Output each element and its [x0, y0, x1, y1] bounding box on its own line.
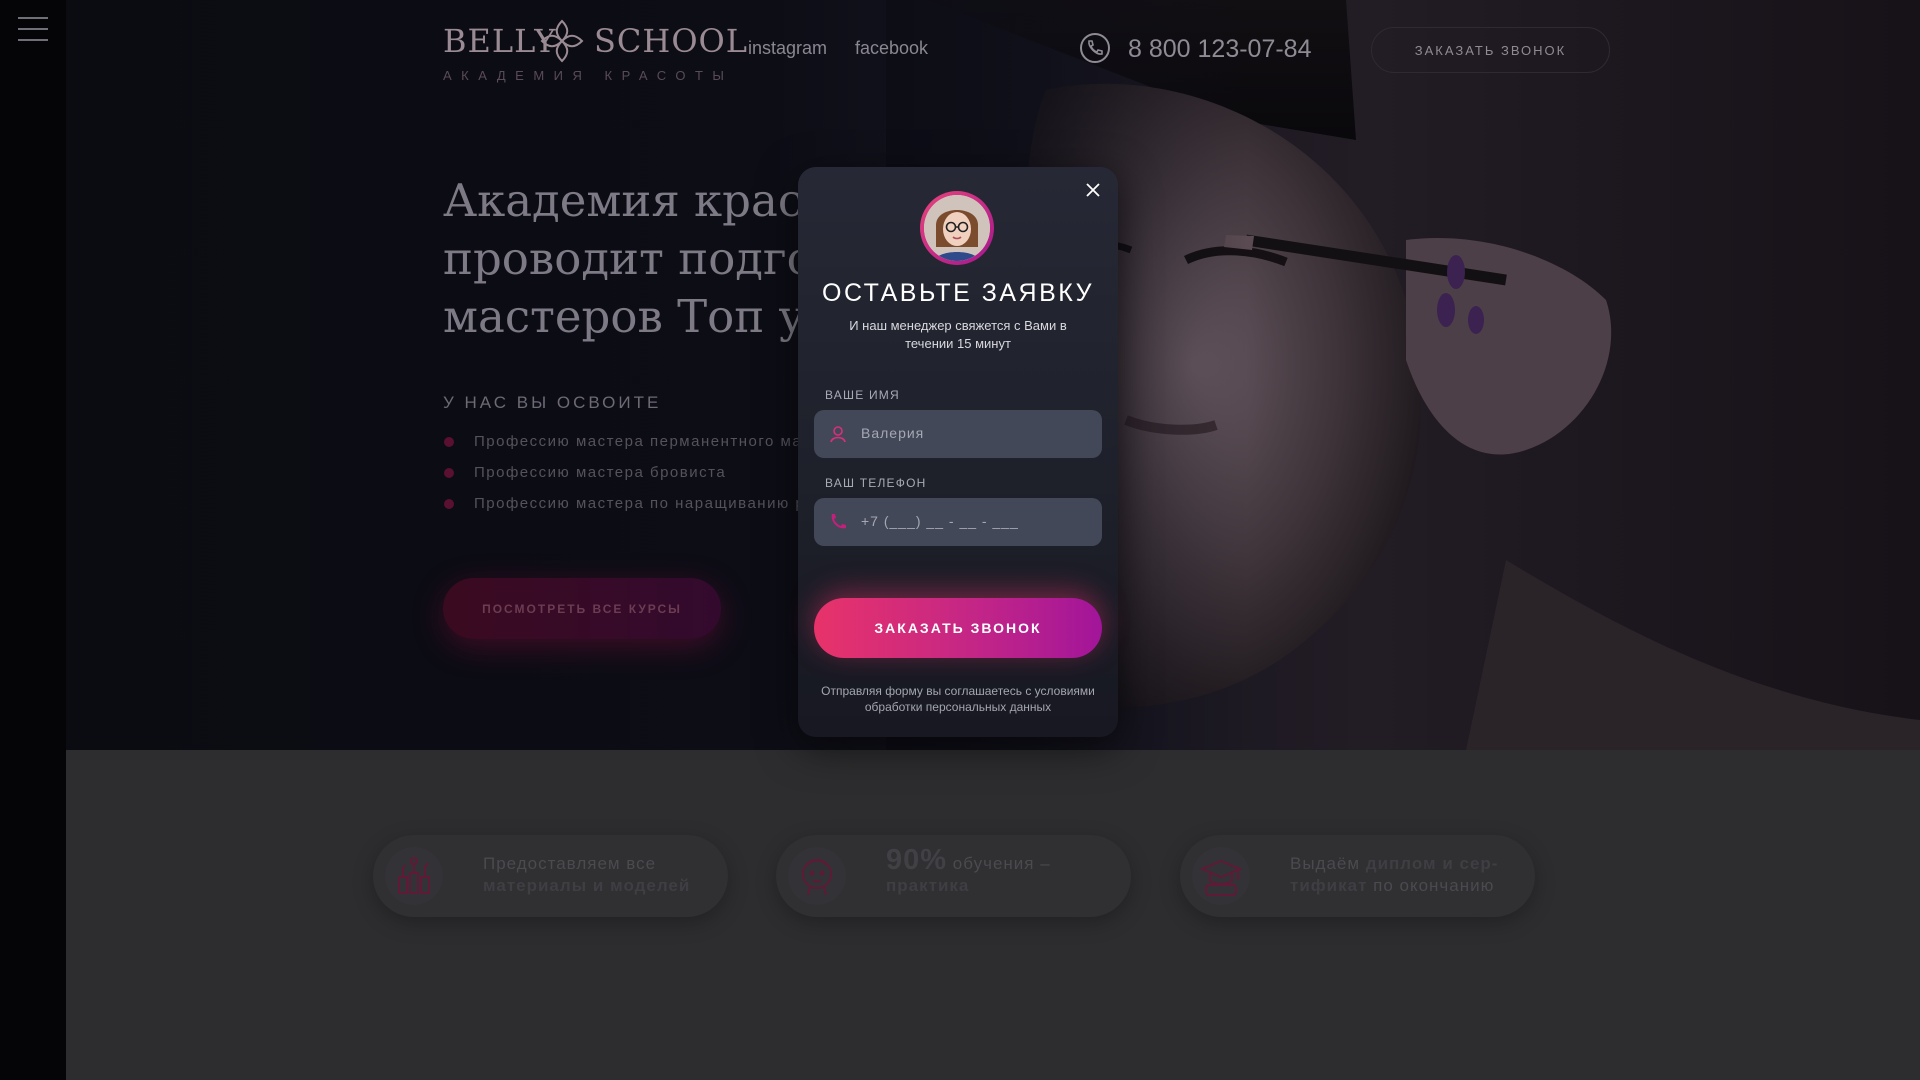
feature-text-bold: практика: [886, 876, 970, 895]
feature-text: Выдаём диплом и сер- тификат по окончани…: [1290, 853, 1498, 897]
user-icon: [830, 426, 846, 443]
phone-field[interactable]: +7 (___) __ - __ - ___: [814, 498, 1102, 546]
learn-item: Профессию мастера бровиста: [443, 463, 854, 494]
feature-percent: 90%: [886, 844, 948, 876]
feature-card-practice: 90% обучения – практика: [776, 835, 1131, 917]
name-field[interactable]: Валерия: [814, 410, 1102, 458]
feature-text: Предоставляем все материалы и моделей: [483, 853, 690, 897]
feature-text-bold: материалы и моделей: [483, 876, 691, 895]
close-icon[interactable]: [1080, 177, 1106, 203]
view-courses-button[interactable]: ПОСМОТРЕТЬ ВСЕ КУРСЫ: [443, 578, 721, 639]
feature-card-diploma: Выдаём диплом и сер- тификат по окончани…: [1180, 835, 1535, 917]
modal-subtitle: И наш менеджер свяжется с Вами в течении…: [849, 318, 1067, 351]
phone-label: ВАШ ТЕЛЕФОН: [825, 476, 927, 490]
feature-text-bold: тификат: [1290, 876, 1368, 895]
name-label: ВАШЕ ИМЯ: [825, 388, 900, 402]
learn-item: Профессию мастера перманентного макияжа: [443, 432, 854, 463]
logo-text-right: SCHOOL: [594, 22, 749, 60]
terms-note: Отправляя форму вы соглашаетесь с услови…: [821, 684, 1095, 714]
callback-modal: ОСТАВЬТЕ ЗАЯВКУ И наш менеджер свяжется …: [798, 167, 1118, 737]
phone-icon: [831, 514, 846, 529]
header-phone-number[interactable]: 8 800 123-07-84: [1128, 35, 1311, 64]
face-icon: [788, 847, 846, 905]
menu-icon[interactable]: [18, 17, 48, 41]
learn-item: Профессию мастера по наращиванию ресниц: [443, 494, 854, 525]
header-call-button[interactable]: ЗАКАЗАТЬ ЗВОНОК: [1371, 27, 1610, 73]
left-sidebar: [0, 0, 66, 1080]
learn-heading: У НАС ВЫ ОСВОИТЕ: [443, 393, 662, 412]
modal-title: ОСТАВЬТЕ ЗАЯВКУ: [822, 279, 1094, 307]
feature-text: 90% обучения – практика: [886, 846, 1051, 897]
feature-text-line: по окончанию: [1367, 876, 1495, 895]
graduation-cap-icon: [1192, 847, 1250, 905]
instagram-link[interactable]: instagram: [748, 38, 827, 59]
feature-text-line: Предоставляем все: [483, 854, 657, 873]
manager-avatar: [920, 191, 994, 265]
phone-placeholder: +7 (___) __ - __ - ___: [861, 513, 1019, 529]
feature-card-materials: Предоставляем все материалы и моделей: [373, 835, 728, 917]
name-value: Валерия: [861, 425, 925, 441]
phone-icon: [1080, 33, 1110, 63]
logo-flower-icon: [540, 19, 584, 63]
facebook-link[interactable]: facebook: [855, 38, 928, 59]
logo-subtitle: АКАДЕМИЯ КРАСОТЫ: [443, 68, 734, 83]
feature-text-line: Выдаём: [1290, 854, 1366, 873]
learn-list: Профессию мастера перманентного макияжа …: [443, 432, 854, 525]
makeup-kit-icon: [385, 847, 443, 905]
feature-text-bold: диплом и сер-: [1365, 854, 1499, 873]
feature-text-line: обучения –: [947, 854, 1051, 873]
logo[interactable]: BELLY SCHOOL АКАДЕМИЯ КРАСОТЫ: [443, 16, 747, 86]
submit-call-button[interactable]: ЗАКАЗАТЬ ЗВОНОК: [814, 598, 1102, 658]
